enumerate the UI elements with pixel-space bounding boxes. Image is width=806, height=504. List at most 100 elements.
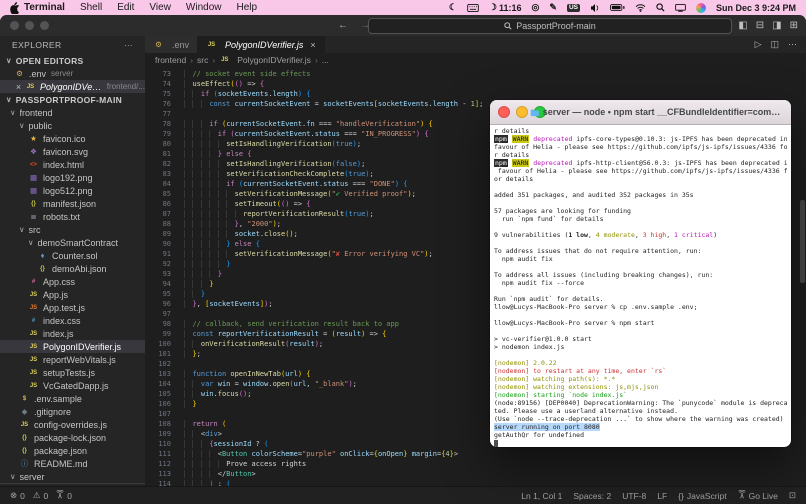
tree-item-demoabi.json[interactable]: {}demoAbi.json bbox=[0, 262, 145, 275]
open-editors-header[interactable]: ∨OPEN EDITORS bbox=[0, 54, 145, 67]
menu-terminal[interactable]: Terminal bbox=[24, 2, 65, 13]
terminal-output[interactable]: r detailsnpm WARN deprecated ipfs-core-t… bbox=[490, 125, 791, 447]
tree-item-setuptests.js[interactable]: JSsetupTests.js bbox=[0, 366, 145, 379]
breadcrumb-item[interactable]: JSPolygonIDVerifier.js bbox=[219, 55, 311, 65]
status-ln-1-col-1[interactable]: Ln 1, Col 1 bbox=[521, 491, 562, 501]
siri-icon[interactable] bbox=[696, 3, 706, 13]
keyboard-icon[interactable] bbox=[467, 4, 479, 12]
tree-item-package.json[interactable]: {}package.json bbox=[0, 444, 145, 457]
tree-item-vcgateddapp.js[interactable]: JSVcGatedDapp.js bbox=[0, 379, 145, 392]
back-icon[interactable]: ← bbox=[338, 20, 348, 31]
editor-scrollbar[interactable] bbox=[800, 200, 805, 283]
status-tower-go-live[interactable]: Go Live bbox=[738, 490, 778, 501]
menu-view[interactable]: View bbox=[149, 2, 171, 13]
split-editor-icon[interactable]: ◫ bbox=[770, 39, 779, 50]
zoom-window-button[interactable] bbox=[40, 21, 49, 30]
code-line[interactable]: 74 useEffect(() => { bbox=[145, 79, 806, 89]
code-line[interactable]: 112 Prove access rights bbox=[145, 459, 806, 469]
tree-item-manifest.json[interactable]: {}manifest.json bbox=[0, 197, 145, 210]
tree-item-app.js[interactable]: JSApp.js bbox=[0, 288, 145, 301]
moon-phase-icon[interactable]: ☽11:16 bbox=[489, 2, 522, 13]
spotlight-icon[interactable] bbox=[656, 3, 665, 12]
terminal-line bbox=[494, 287, 787, 295]
record-icon[interactable]: ◎ bbox=[532, 2, 540, 13]
wifi-icon[interactable] bbox=[635, 4, 646, 12]
terminal-close-button[interactable] bbox=[498, 106, 510, 118]
toggle-panel-icon[interactable]: ⊟ bbox=[756, 20, 764, 31]
line-number: 112 bbox=[145, 459, 171, 469]
tree-item-config-overrides.js[interactable]: JSconfig-overrides.js bbox=[0, 418, 145, 431]
status-utf-8[interactable]: UTF-8 bbox=[622, 491, 646, 501]
tree-item-public[interactable]: ∨public bbox=[0, 119, 145, 132]
more-actions-icon[interactable]: ⋯ bbox=[788, 39, 797, 50]
breadcrumb-item[interactable]: ... bbox=[322, 55, 329, 65]
minimize-window-button[interactable] bbox=[25, 21, 34, 30]
status-spaces-2[interactable]: Spaces: 2 bbox=[573, 491, 611, 501]
tree-item-counter.sol[interactable]: ♦Counter.sol bbox=[0, 249, 145, 262]
tree-item-demosmartcontract[interactable]: ∨demoSmartContract bbox=[0, 236, 145, 249]
menu-help[interactable]: Help bbox=[237, 2, 258, 13]
terminal-window[interactable]: server — node • npm start __CFBundleIden… bbox=[490, 100, 791, 447]
display-icon[interactable] bbox=[675, 4, 686, 12]
tree-item-favicon.ico[interactable]: ★favicon.ico bbox=[0, 132, 145, 145]
menu-window[interactable]: Window bbox=[186, 2, 222, 13]
volume-icon[interactable] bbox=[590, 4, 600, 12]
tree-item-server[interactable]: ∨server bbox=[0, 470, 145, 483]
breadcrumb-item[interactable]: src bbox=[197, 55, 208, 65]
status-braces-javascript[interactable]: {}JavaScript bbox=[678, 491, 726, 501]
tree-item-index.css[interactable]: #index.css bbox=[0, 314, 145, 327]
tree-item-index.html[interactable]: <>index.html bbox=[0, 158, 145, 171]
command-center-search[interactable]: PassportProof-main bbox=[368, 18, 732, 34]
code-line[interactable]: 111 <Button colorScheme="purple" onClick… bbox=[145, 449, 806, 459]
views-more-actions-icon[interactable]: ⋯ bbox=[124, 40, 133, 51]
focus-moon-icon[interactable]: ☾ bbox=[449, 2, 457, 13]
close-window-button[interactable] bbox=[10, 21, 19, 30]
tree-item-readme.md[interactable]: ⓘREADME.md bbox=[0, 457, 145, 470]
code-line[interactable]: 75 if (socketEvents.length) { bbox=[145, 89, 806, 99]
status-remote-icon[interactable]: ⊡ bbox=[789, 490, 796, 501]
apple-menu[interactable] bbox=[10, 2, 20, 14]
tree-item-polygonidverifier.js[interactable]: JSPolygonIDVerifier.js bbox=[0, 340, 145, 353]
tree-item-robots.txt[interactable]: ≣robots.txt bbox=[0, 210, 145, 223]
terminal-minimize-button[interactable] bbox=[516, 106, 528, 118]
toggle-sidebar-icon[interactable]: ◧ bbox=[738, 20, 747, 31]
tree-item-favicon.svg[interactable]: ❖favicon.svg bbox=[0, 145, 145, 158]
tower-icon bbox=[56, 490, 64, 501]
status-tower-0[interactable]: 0 bbox=[56, 490, 72, 501]
tree-item-frontend[interactable]: ∨frontend bbox=[0, 106, 145, 119]
tree-item-app.css[interactable]: #App.css bbox=[0, 275, 145, 288]
tree-item-.env.sample[interactable]: $.env.sample bbox=[0, 392, 145, 405]
status-error-0[interactable]: ⊗0 bbox=[10, 490, 25, 501]
clock[interactable]: Sun Dec 3 9:24 PM bbox=[716, 3, 796, 13]
open-editor-item[interactable]: ⚙.envserver bbox=[0, 67, 145, 80]
line-number: 82 bbox=[145, 159, 171, 169]
tree-item-logo512.png[interactable]: ▦logo512.png bbox=[0, 184, 145, 197]
tree-item-reportwebvitals.js[interactable]: JSreportWebVitals.js bbox=[0, 353, 145, 366]
project-root-header[interactable]: ∨PASSPORTPROOF-MAIN bbox=[0, 93, 145, 106]
status-lf[interactable]: LF bbox=[657, 491, 667, 501]
tree-item-app.test.js[interactable]: JSApp.test.js bbox=[0, 301, 145, 314]
tree-item-index.js[interactable]: JSindex.js bbox=[0, 327, 145, 340]
breadcrumb[interactable]: frontend›src›JSPolygonIDVerifier.js›... bbox=[145, 53, 806, 67]
run-icon[interactable]: ▷ bbox=[755, 39, 762, 50]
pencil-icon[interactable]: ✎ bbox=[549, 2, 557, 13]
tree-item-package-lock.json[interactable]: {}package-lock.json bbox=[0, 431, 145, 444]
tree-item-.gitignore[interactable]: ◆.gitignore bbox=[0, 405, 145, 418]
tab-polygonidverifier.js[interactable]: JSPolygonIDVerifier.js× bbox=[198, 36, 325, 53]
open-editor-item[interactable]: ×JSPolygonIDVerifier.jsfrontend/... bbox=[0, 80, 145, 93]
code-line[interactable]: 73 // socket event side effects bbox=[145, 69, 806, 79]
battery-icon[interactable] bbox=[610, 4, 625, 11]
vscode-titlebar[interactable]: ← → PassportProof-main ◧⊟◨⊞ bbox=[0, 15, 806, 36]
code-line[interactable]: 113 </Button> bbox=[145, 469, 806, 479]
status-warning-0[interactable]: ⚠0 bbox=[33, 490, 48, 501]
terminal-titlebar[interactable]: server — node • npm start __CFBundleIden… bbox=[490, 100, 791, 125]
breadcrumb-item[interactable]: frontend bbox=[155, 55, 186, 65]
menu-shell[interactable]: Shell bbox=[80, 2, 102, 13]
tree-item-src[interactable]: ∨src bbox=[0, 223, 145, 236]
customize-layout-icon[interactable]: ⊞ bbox=[790, 20, 798, 31]
tab-.env[interactable]: ⚙.env bbox=[145, 36, 198, 53]
tree-item-logo192.png[interactable]: ▦logo192.png bbox=[0, 171, 145, 184]
input-source-badge[interactable]: US bbox=[567, 4, 580, 12]
menu-edit[interactable]: Edit bbox=[117, 2, 134, 13]
toggle-secondary-sidebar-icon[interactable]: ◨ bbox=[772, 20, 781, 31]
